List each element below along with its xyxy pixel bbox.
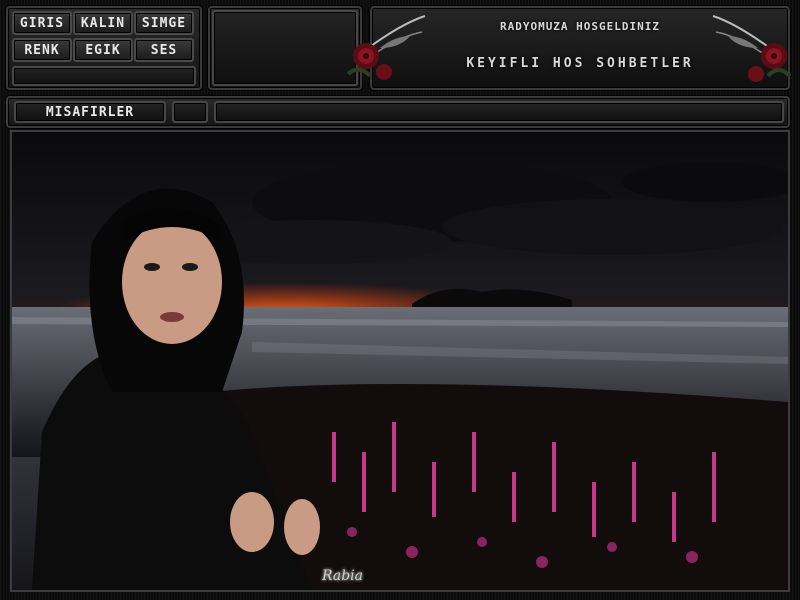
sound-button[interactable]: SES xyxy=(134,38,194,62)
artist-signature: Rabia xyxy=(322,568,363,584)
player-screen xyxy=(212,10,358,86)
guests-button[interactable]: MISAFIRLER xyxy=(14,101,166,123)
guests-count-box xyxy=(172,101,208,123)
rose-icon xyxy=(712,15,792,82)
bold-button[interactable]: KALIN xyxy=(73,11,133,35)
sunset-lake-image xyxy=(12,132,788,590)
message-input-bar[interactable] xyxy=(214,101,784,123)
rose-icon xyxy=(346,15,426,80)
banner-panel: RADYOMUZA HOSGELDINIZ KEYIFLI HOS SOHBET… xyxy=(346,6,792,90)
status-bar xyxy=(12,66,196,86)
italic-button[interactable]: EGIK xyxy=(73,38,133,62)
emoticon-button[interactable]: SIMGE xyxy=(134,11,194,35)
login-button[interactable]: GIRIS xyxy=(12,11,72,35)
color-button[interactable]: RENK xyxy=(12,38,72,62)
background-scene: Rabia xyxy=(10,130,790,592)
